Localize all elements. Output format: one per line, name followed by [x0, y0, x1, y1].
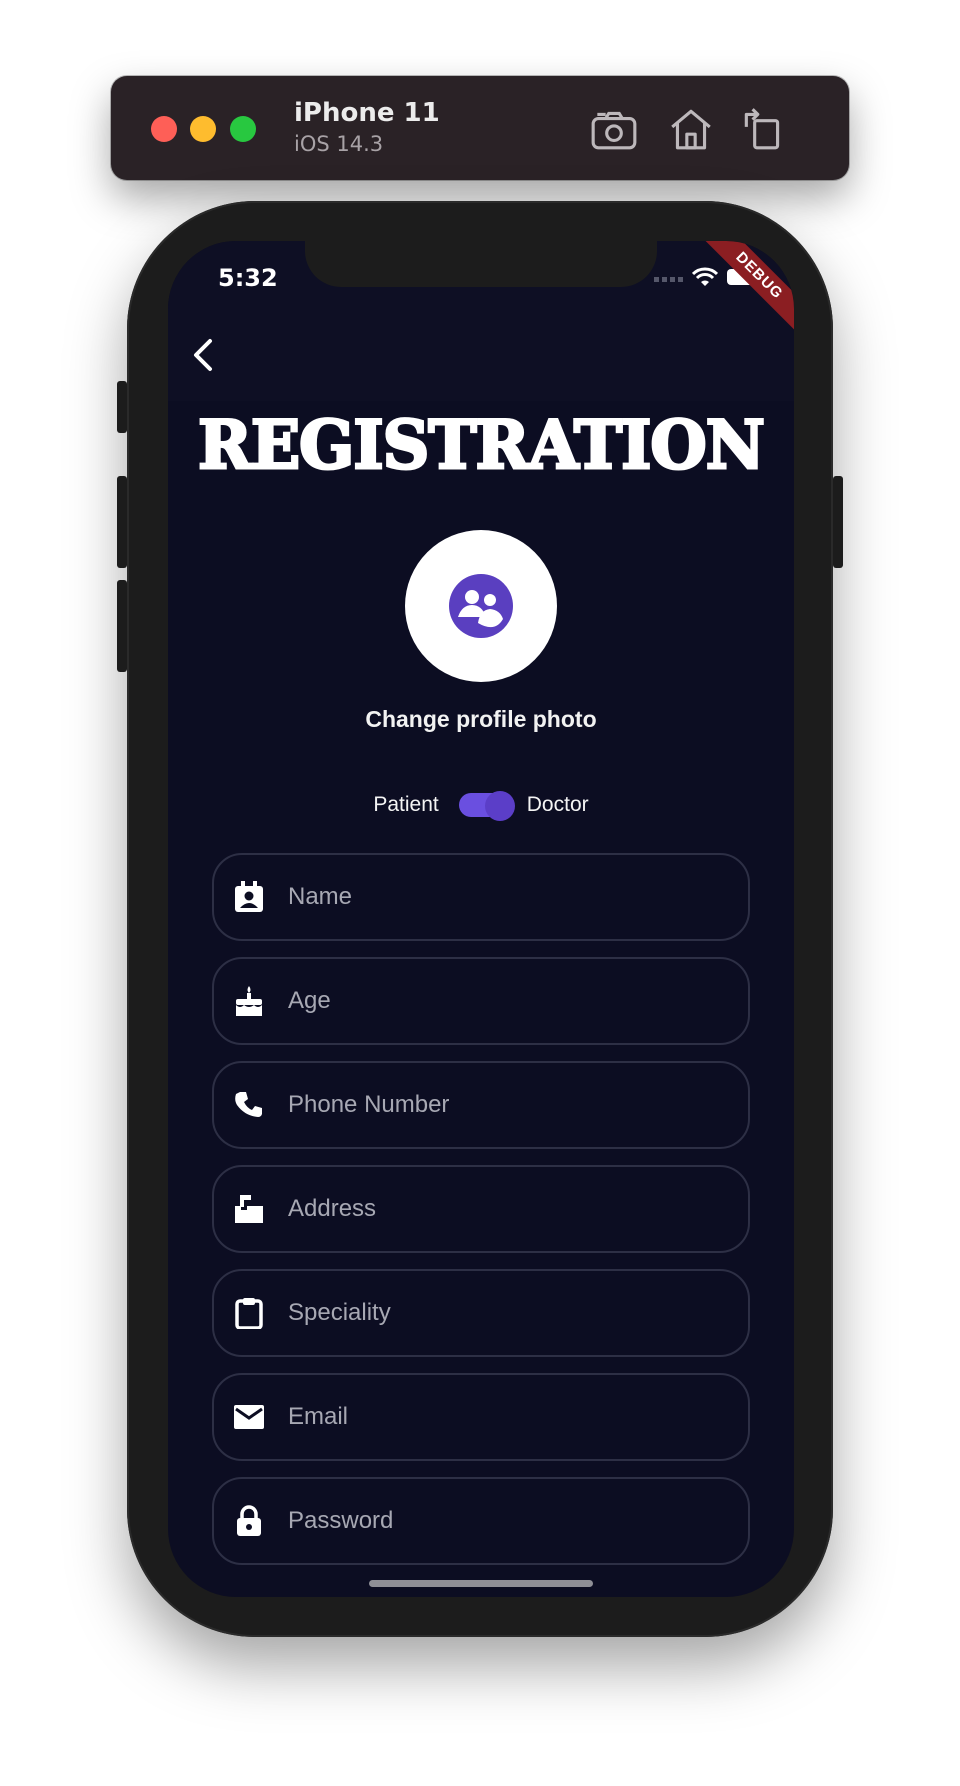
- lock-icon: [232, 1504, 266, 1538]
- role-toggle: Patient Doctor: [168, 791, 794, 821]
- home-indicator[interactable]: [369, 1580, 593, 1587]
- speciality-field[interactable]: [212, 1269, 750, 1357]
- password-field[interactable]: [212, 1477, 750, 1565]
- phone-number-field[interactable]: [212, 1061, 750, 1149]
- email-input[interactable]: [286, 1402, 748, 1432]
- app-screen: 5:32 DEBUG REGISTRATION Change profile p…: [168, 241, 794, 1597]
- age-field[interactable]: [212, 957, 750, 1045]
- volume-up-button: [117, 476, 127, 568]
- wifi-icon: [692, 267, 718, 286]
- age-input[interactable]: [286, 986, 748, 1016]
- minimize-window-button[interactable]: [190, 116, 216, 142]
- power-button: [833, 476, 843, 568]
- phone-number-input[interactable]: [286, 1090, 748, 1120]
- cake-icon: [232, 984, 266, 1018]
- back-button[interactable]: [184, 333, 224, 377]
- mailbox-icon: [232, 1192, 266, 1226]
- zoom-window-button[interactable]: [230, 116, 256, 142]
- page-title: REGISTRATION: [197, 405, 767, 486]
- os-version: iOS 14.3: [294, 132, 384, 156]
- name-field[interactable]: [212, 853, 750, 941]
- mute-switch: [117, 381, 127, 433]
- volume-down-button: [117, 580, 127, 672]
- home-icon[interactable]: [666, 104, 716, 154]
- password-input[interactable]: [286, 1506, 748, 1536]
- patient-label: Patient: [373, 793, 439, 816]
- cellular-signal-icon: [654, 277, 683, 282]
- name-input[interactable]: [286, 882, 748, 912]
- email-field[interactable]: [212, 1373, 750, 1461]
- notch: [305, 241, 657, 287]
- chevron-left-icon: [194, 339, 212, 371]
- status-time: 5:32: [218, 264, 278, 292]
- contact-card-icon: [232, 880, 266, 914]
- phone-icon: [232, 1088, 266, 1122]
- address-field[interactable]: [212, 1165, 750, 1253]
- switch-thumb: [484, 791, 515, 821]
- role-switch[interactable]: [458, 791, 515, 821]
- screenshot-icon[interactable]: [589, 104, 639, 154]
- clipboard-icon: [232, 1296, 266, 1330]
- device-name: iPhone 11: [294, 98, 440, 128]
- email-icon: [232, 1400, 266, 1434]
- rotate-icon[interactable]: [738, 104, 788, 154]
- change-profile-photo-button[interactable]: Change profile photo: [168, 706, 794, 733]
- avatar[interactable]: [405, 530, 557, 682]
- profile-group-icon: [449, 574, 513, 638]
- close-window-button[interactable]: [151, 116, 177, 142]
- address-input[interactable]: [286, 1194, 748, 1224]
- doctor-label: Doctor: [526, 793, 589, 816]
- speciality-input[interactable]: [286, 1298, 748, 1328]
